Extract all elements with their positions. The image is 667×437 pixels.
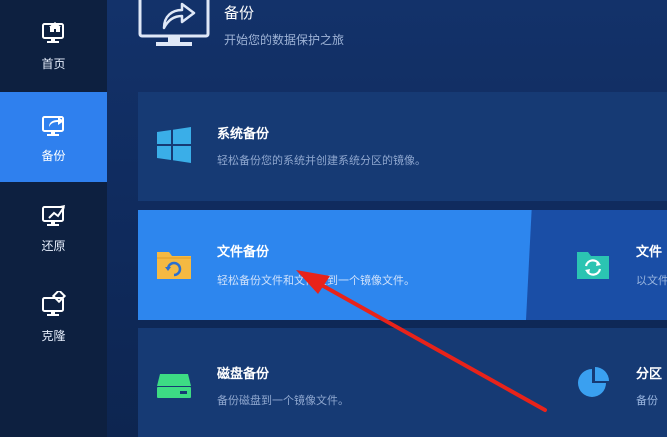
- card-title: 系统备份: [217, 127, 270, 142]
- sidebar: 首页 备份 还原 克隆: [0, 0, 107, 437]
- file-sync-card[interactable]: 文件 以文件: [526, 210, 667, 320]
- system-backup-card[interactable]: 系统备份 轻松备份您的系统并创建系统分区的镜像。: [138, 92, 667, 201]
- backup-monitor-icon: [138, 0, 210, 46]
- clone-monitor-icon: [41, 290, 66, 316]
- sidebar-item-restore[interactable]: 还原: [0, 182, 107, 272]
- card-title: 分区: [636, 367, 663, 382]
- page-title: 备份: [224, 4, 255, 22]
- pie-partition-icon: [578, 367, 609, 397]
- sidebar-item-label: 首页: [41, 56, 66, 71]
- partition-backup-card[interactable]: 分区 备份: [526, 328, 667, 437]
- windows-logo-icon: [157, 127, 191, 163]
- folder-sync-icon: [577, 252, 609, 279]
- page-subtitle: 开始您的数据保护之旅: [224, 33, 345, 47]
- sidebar-item-backup[interactable]: 备份: [0, 92, 107, 182]
- card-description: 备份磁盘到一个镜像文件。: [217, 394, 349, 407]
- sidebar-item-home[interactable]: 首页: [0, 0, 107, 90]
- card-title: 文件备份: [217, 245, 270, 260]
- card-title: 磁盘备份: [217, 367, 270, 382]
- card-description: 备份: [636, 394, 658, 407]
- card-description: 轻松备份文件和文件夹到一个镜像文件。: [217, 274, 415, 287]
- backup-monitor-icon: [41, 115, 64, 136]
- sidebar-item-label: 还原: [41, 238, 66, 253]
- disk-icon: [157, 374, 191, 398]
- home-monitor-icon: [41, 21, 64, 43]
- disk-backup-card[interactable]: 磁盘备份 备份磁盘到一个镜像文件。: [138, 328, 546, 437]
- card-title: 文件: [636, 245, 663, 260]
- card-description: 以文件: [636, 274, 667, 287]
- sidebar-item-label: 克隆: [41, 328, 66, 343]
- card-description: 轻松备份您的系统并创建系统分区的镜像。: [217, 154, 426, 167]
- sidebar-item-label: 备份: [41, 148, 66, 163]
- file-backup-card[interactable]: 文件备份 轻松备份文件和文件夹到一个镜像文件。: [138, 210, 546, 320]
- folder-backup-icon: [157, 252, 191, 279]
- restore-monitor-icon: [41, 204, 65, 226]
- sidebar-item-clone[interactable]: 克隆: [0, 272, 107, 362]
